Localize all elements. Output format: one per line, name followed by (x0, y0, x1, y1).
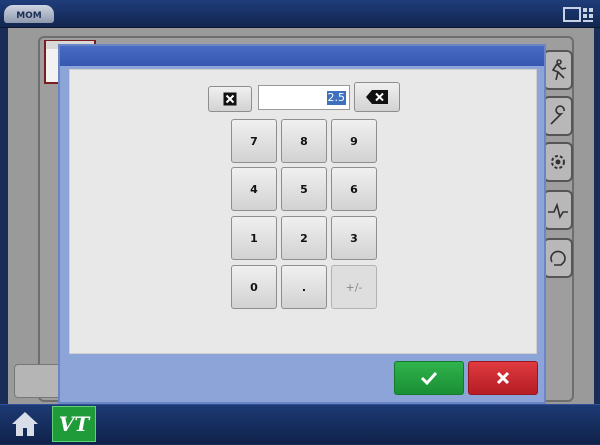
vt-label: VT (58, 412, 90, 436)
key-3[interactable]: 3 (331, 216, 377, 260)
cancel-button[interactable] (468, 361, 538, 395)
dialog-header (60, 46, 544, 66)
backspace-button[interactable] (354, 82, 400, 112)
key-4[interactable]: 4 (231, 167, 277, 211)
key-7[interactable]: 7 (231, 119, 277, 163)
home-icon (12, 412, 38, 436)
top-bar (0, 0, 600, 28)
logo-text: MOM (16, 11, 42, 21)
key-6[interactable]: 6 (331, 167, 377, 211)
key-0[interactable]: 0 (231, 265, 277, 309)
vt-button[interactable]: VT (52, 406, 96, 442)
value-input[interactable]: 2.5 (258, 85, 350, 110)
close-icon (496, 371, 510, 385)
help-icon (543, 238, 573, 278)
dialog-body (69, 69, 537, 354)
key-9[interactable]: 9 (331, 119, 377, 163)
key-5[interactable]: 5 (281, 167, 327, 211)
wrench-icon (543, 96, 573, 136)
home-button[interactable] (6, 407, 44, 441)
key-2[interactable]: 2 (281, 216, 327, 260)
brand-logo-icon[interactable]: MOM (4, 5, 54, 23)
checkmark-icon (420, 371, 438, 385)
run-icon (543, 50, 573, 90)
diagnostics-icon (543, 190, 573, 230)
confirm-button[interactable] (394, 361, 464, 395)
key-8[interactable]: 8 (281, 119, 327, 163)
key-1[interactable]: 1 (231, 216, 277, 260)
key-decimal[interactable]: . (281, 265, 327, 309)
backspace-icon (366, 90, 388, 104)
clear-x-icon (223, 92, 237, 106)
display-toggle-icon[interactable] (562, 5, 596, 25)
gear-icon (543, 142, 573, 182)
key-plus-minus: +/- (331, 265, 377, 309)
value-text: 2.5 (326, 91, 346, 105)
clear-button[interactable] (208, 86, 252, 112)
